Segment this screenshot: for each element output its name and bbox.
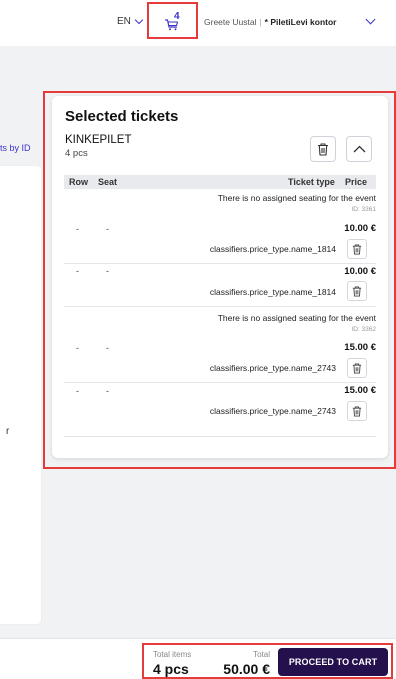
delete-ticket-button[interactable]: [347, 401, 367, 421]
row-divider: [64, 263, 376, 264]
ticket-row: -: [76, 343, 79, 353]
user-menu[interactable]: Greete Uustal | * PiletiLevi kontor: [204, 17, 336, 27]
row-divider: [64, 382, 376, 383]
column-header-seat: Seat: [98, 177, 118, 187]
tickets-table-header: Row Seat Ticket type Price: [64, 175, 376, 189]
trash-icon: [352, 243, 362, 255]
collapse-button[interactable]: [346, 136, 372, 162]
event-id: ID: 3362: [351, 326, 376, 333]
language-label: EN: [117, 16, 131, 27]
row-divider: [64, 306, 376, 307]
ticket-type: classifiers.price_type.name_2743: [209, 363, 336, 373]
ticket-row: -: [76, 224, 79, 234]
user-separator: |: [259, 17, 262, 27]
trash-icon: [352, 405, 362, 417]
ticket-type: classifiers.price_type.name_1814: [209, 287, 336, 297]
row-divider: [64, 436, 376, 437]
ticket-seat: -: [106, 343, 109, 353]
language-selector[interactable]: EN: [117, 15, 144, 27]
column-header-price: Price: [345, 177, 368, 187]
selected-tickets-card: Selected tickets KINKEPILET 4 pcs Row Se…: [52, 96, 388, 458]
proceed-to-cart-button[interactable]: PROCEED TO CART: [278, 648, 388, 676]
cart-count-badge: 4: [174, 11, 180, 22]
search-by-id-link[interactable]: ts by ID: [0, 143, 31, 153]
total-label: Total: [253, 650, 270, 659]
top-bar: EN 4 Greete Uustal | * PiletiLevi kontor: [0, 0, 396, 46]
total-items-value: 4 pcs: [153, 661, 189, 677]
trash-icon: [318, 142, 328, 156]
ticket-type: classifiers.price_type.name_2743: [209, 406, 336, 416]
chevron-down-icon: [134, 15, 144, 25]
total-value: 50.00 €: [223, 661, 270, 677]
chevron-up-icon: [353, 145, 365, 153]
card-title: Selected tickets: [65, 108, 179, 125]
ticket-type: classifiers.price_type.name_1814: [209, 244, 336, 254]
total-items-label: Total items: [153, 650, 192, 659]
event-id: ID: 3361: [351, 206, 376, 213]
left-panel: [0, 166, 41, 624]
ticket-row: -: [76, 386, 79, 396]
ticket-group-count: 4 pcs: [65, 148, 88, 159]
column-header-ticket-type: Ticket type: [288, 177, 335, 187]
seating-note: There is no assigned seating for the eve…: [217, 313, 376, 323]
delete-ticket-button[interactable]: [347, 358, 367, 378]
trash-icon: [352, 285, 362, 297]
ticket-price: 10.00 €: [344, 266, 376, 277]
ticket-seat: -: [106, 386, 109, 396]
organization-name: * PiletiLevi kontor: [264, 17, 337, 27]
delete-ticket-button[interactable]: [347, 281, 367, 301]
ticket-seat: -: [106, 224, 109, 234]
ticket-seat: -: [106, 266, 109, 276]
ticket-price: 15.00 €: [344, 385, 376, 396]
ticket-row: -: [76, 266, 79, 276]
delete-ticket-button[interactable]: [347, 239, 367, 259]
left-panel-text: r: [6, 426, 10, 437]
column-header-row: Row: [69, 177, 88, 187]
ticket-price: 10.00 €: [344, 223, 376, 234]
cart-button[interactable]: 4: [147, 2, 198, 39]
trash-icon: [352, 362, 362, 374]
ticket-group-name: KINKEPILET: [65, 134, 132, 146]
user-name: Greete Uustal: [204, 17, 257, 27]
seating-note: There is no assigned seating for the eve…: [217, 193, 376, 203]
ticket-price: 15.00 €: [344, 342, 376, 353]
delete-group-button[interactable]: [310, 136, 336, 162]
chevron-down-icon[interactable]: [365, 14, 376, 25]
